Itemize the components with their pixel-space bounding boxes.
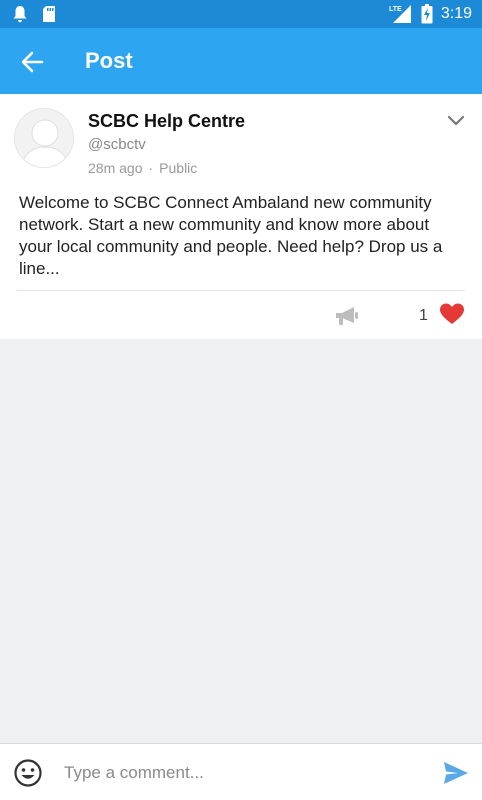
sd-card-icon — [43, 6, 55, 22]
post-body: Welcome to SCBC Connect Ambaland new com… — [19, 193, 443, 278]
heart-icon[interactable] — [439, 302, 465, 326]
lte-signal-icon: LTE — [389, 5, 411, 23]
avatar-placeholder-icon — [20, 119, 70, 167]
divider — [17, 290, 465, 291]
chevron-down-icon[interactable] — [446, 110, 466, 130]
svg-text:LTE: LTE — [389, 6, 402, 13]
battery-charging-icon — [421, 4, 433, 24]
back-arrow-icon[interactable] — [18, 47, 48, 77]
post-visibility: Public — [159, 160, 198, 176]
post-card: SCBC Help Centre @scbctv 28m ago · Publi… — [0, 94, 482, 339]
status-bar: LTE 3:19 — [0, 0, 482, 28]
app-bar: Post — [0, 28, 482, 94]
author-name[interactable]: SCBC Help Centre — [88, 111, 245, 132]
page-title: Post — [85, 48, 133, 73]
comment-input[interactable] — [64, 761, 424, 785]
post-time: 28m ago — [88, 160, 143, 176]
notification-icon — [13, 6, 27, 23]
like-count: 1 — [419, 307, 428, 324]
megaphone-icon[interactable] — [334, 304, 360, 328]
comment-bar — [0, 743, 482, 800]
emoji-icon[interactable] — [13, 758, 43, 788]
send-icon[interactable] — [443, 761, 469, 785]
meta-separator: · — [148, 160, 154, 176]
status-time: 3:19 — [440, 5, 472, 22]
post-meta: 28m ago · Public — [88, 160, 197, 176]
avatar[interactable] — [14, 108, 74, 168]
author-handle: @scbctv — [88, 136, 146, 153]
